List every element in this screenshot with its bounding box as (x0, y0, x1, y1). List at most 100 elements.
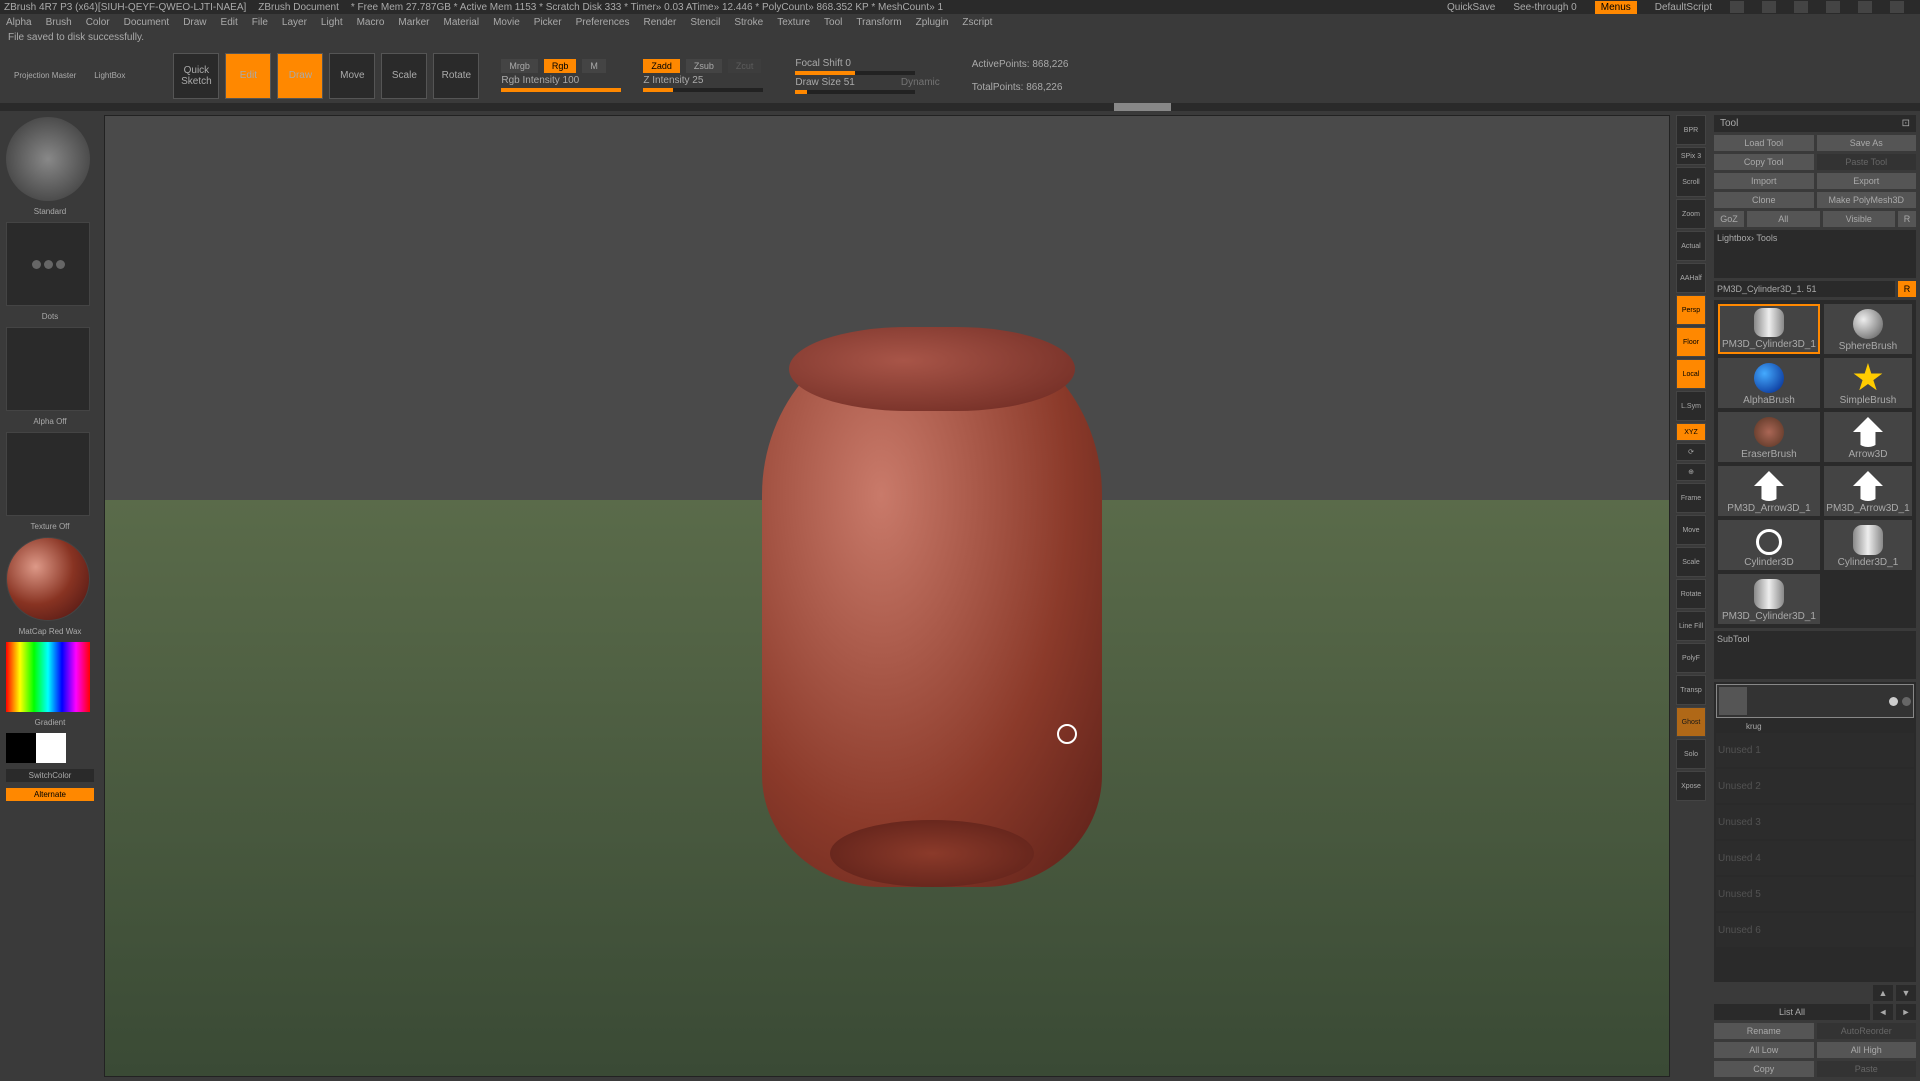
menu-alpha[interactable]: Alpha (6, 17, 32, 28)
tool-thumb[interactable]: Arrow3D (1824, 412, 1912, 462)
window-btn-1[interactable] (1730, 1, 1744, 13)
aahalf-button[interactable]: AAHalf (1676, 263, 1706, 293)
quicksave-button[interactable]: QuickSave (1447, 2, 1495, 13)
menu-render[interactable]: Render (644, 17, 677, 28)
center-button[interactable]: ⊕ (1676, 463, 1706, 481)
tool-thumb[interactable]: Cylinder3D (1718, 520, 1820, 570)
document-scrollbar[interactable] (0, 103, 1920, 111)
rgb-intensity-label[interactable]: Rgb Intensity 100 (501, 75, 579, 86)
menu-layer[interactable]: Layer (282, 17, 307, 28)
transp-button[interactable]: Transp (1676, 675, 1706, 705)
quicksketch-button[interactable]: Quick Sketch (173, 53, 219, 99)
window-close[interactable] (1890, 1, 1904, 13)
menu-zscript[interactable]: Zscript (962, 17, 992, 28)
spix-slider[interactable]: SPix 3 (1676, 147, 1706, 165)
allhigh-button[interactable]: All High (1817, 1042, 1917, 1058)
window-btn-2[interactable] (1762, 1, 1776, 13)
menu-material[interactable]: Material (444, 17, 480, 28)
tool-thumb[interactable]: SphereBrush (1824, 304, 1912, 354)
rgb-button[interactable]: Rgb (544, 59, 577, 73)
lightbox-tools-button[interactable]: Lightbox› Tools (1714, 230, 1916, 278)
z-intensity-label[interactable]: Z Intensity 25 (643, 75, 703, 86)
goz-button[interactable]: GoZ (1714, 211, 1744, 227)
secondary-color[interactable] (6, 733, 36, 763)
menu-tool[interactable]: Tool (824, 17, 842, 28)
tool-thumb[interactable]: AlphaBrush (1718, 358, 1820, 408)
tool-panel-header[interactable]: Tool⊡ (1714, 115, 1916, 132)
move-nav-button[interactable]: Move (1676, 515, 1706, 545)
menu-marker[interactable]: Marker (398, 17, 429, 28)
menu-edit[interactable]: Edit (221, 17, 238, 28)
menu-brush[interactable]: Brush (46, 17, 72, 28)
move-button[interactable]: Move (329, 53, 375, 99)
clone-button[interactable]: Clone (1714, 192, 1814, 208)
tool-thumb[interactable]: PM3D_Arrow3D_1 (1718, 466, 1820, 516)
alpha-thumb[interactable] (6, 327, 90, 411)
floor-button[interactable]: Floor (1676, 327, 1706, 357)
tool-thumb-active[interactable]: PM3D_Cylinder3D_1 (1718, 304, 1820, 354)
subtool-copy-button[interactable]: Copy (1714, 1061, 1814, 1077)
menu-macro[interactable]: Macro (357, 17, 385, 28)
texture-thumb[interactable] (6, 432, 90, 516)
menu-color[interactable]: Color (86, 17, 110, 28)
m-button[interactable]: M (582, 59, 606, 73)
polymesh-button[interactable]: Make PolyMesh3D (1817, 192, 1917, 208)
subtool-row-empty[interactable]: Unused 5 (1716, 877, 1914, 911)
zoom-button[interactable]: Zoom (1676, 199, 1706, 229)
mrgb-button[interactable]: Mrgb (501, 59, 538, 73)
copy-tool-button[interactable]: Copy Tool (1714, 154, 1814, 170)
subtool-row-empty[interactable]: Unused 1 (1716, 733, 1914, 767)
rotate-button[interactable]: Rotate (433, 53, 479, 99)
canvas[interactable] (104, 115, 1670, 1077)
window-btn-3[interactable] (1794, 1, 1808, 13)
color-picker[interactable] (6, 642, 90, 712)
rgb-intensity-slider[interactable] (501, 88, 621, 92)
menu-texture[interactable]: Texture (777, 17, 810, 28)
zadd-button[interactable]: Zadd (643, 59, 680, 73)
subtool-row-empty[interactable]: Unused 3 (1716, 805, 1914, 839)
listall-button[interactable]: List All (1714, 1004, 1870, 1020)
tool-r-button[interactable]: R (1898, 281, 1916, 297)
menus-button[interactable]: Menus (1595, 1, 1637, 14)
frame-button[interactable]: Frame (1676, 483, 1706, 513)
gradient-label[interactable]: Gradient (6, 718, 94, 727)
dynamic-label[interactable]: Dynamic (901, 77, 940, 88)
persp-button[interactable]: Persp (1676, 295, 1706, 325)
menu-preferences[interactable]: Preferences (576, 17, 630, 28)
goz-all-button[interactable]: All (1747, 211, 1820, 227)
subtool-row-empty[interactable]: Unused 4 (1716, 841, 1914, 875)
goz-visible-button[interactable]: Visible (1823, 211, 1896, 227)
subtool-down-button[interactable]: ▼ (1896, 985, 1916, 1001)
menu-file[interactable]: File (252, 17, 268, 28)
alternate-button[interactable]: Alternate (6, 788, 94, 801)
scale-nav-button[interactable]: Scale (1676, 547, 1706, 577)
tool-thumb[interactable]: SimpleBrush (1824, 358, 1912, 408)
xyz-button[interactable]: XYZ (1676, 423, 1706, 441)
subtool-row-active[interactable] (1716, 684, 1914, 718)
z-intensity-slider[interactable] (643, 88, 763, 92)
brush-icon[interactable] (1889, 697, 1898, 706)
lightbox-button[interactable]: LightBox (88, 53, 131, 99)
seethrough-slider[interactable]: See-through 0 (1513, 2, 1576, 13)
scroll-button[interactable]: Scroll (1676, 167, 1706, 197)
tool-thumb[interactable]: EraserBrush (1718, 412, 1820, 462)
tool-thumb[interactable]: Cylinder3D_1 (1824, 520, 1912, 570)
import-button[interactable]: Import (1714, 173, 1814, 189)
arrow-left-icon[interactable]: ◄ (1873, 1004, 1893, 1020)
subtool-up-button[interactable]: ▲ (1873, 985, 1893, 1001)
default-script[interactable]: DefaultScript (1655, 2, 1712, 13)
arrow-right-icon[interactable]: ► (1896, 1004, 1916, 1020)
menu-zplugin[interactable]: Zplugin (916, 17, 949, 28)
ghost-button[interactable]: Ghost (1676, 707, 1706, 737)
subtool-row-empty[interactable]: Unused 6 (1716, 913, 1914, 947)
solo-button[interactable]: Solo (1676, 739, 1706, 769)
draw-button[interactable]: Draw (277, 53, 323, 99)
eye-icon[interactable] (1902, 697, 1911, 706)
brush-thumb[interactable] (6, 117, 90, 201)
rename-button[interactable]: Rename (1714, 1023, 1814, 1039)
menu-stroke[interactable]: Stroke (734, 17, 763, 28)
polyf-button[interactable]: PolyF (1676, 643, 1706, 673)
export-button[interactable]: Export (1817, 173, 1917, 189)
local-button[interactable]: Local (1676, 359, 1706, 389)
rotate-nav-button[interactable]: Rotate (1676, 579, 1706, 609)
